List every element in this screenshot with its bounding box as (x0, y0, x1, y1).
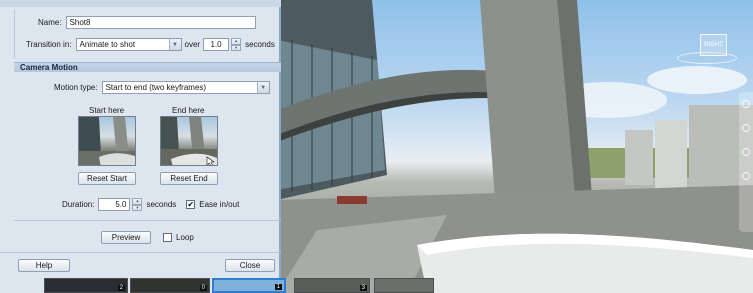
shot-thumbnail-selected[interactable]: 1 (212, 278, 286, 293)
shot-number: 0 (199, 285, 207, 291)
start-keyframe-label: Start here (89, 106, 125, 115)
ease-in-out-label: Ease in/out (199, 200, 240, 209)
look-icon[interactable] (742, 172, 750, 180)
close-button[interactable]: Close (225, 259, 275, 272)
motion-type-value: Start to end (two keyframes) (105, 83, 207, 92)
duration-seconds-label: seconds (146, 200, 177, 209)
duration-label: Duration: (62, 200, 95, 209)
end-thumbnail-image (161, 117, 217, 165)
view-cube[interactable]: RIGHT (700, 34, 727, 56)
transition-label: Transition in: (26, 40, 72, 49)
shot-number: 1 (274, 284, 282, 290)
motion-type-label: Motion type: (54, 83, 98, 92)
navigation-bar[interactable] (739, 92, 753, 232)
orbit-icon[interactable] (742, 148, 750, 156)
name-label: Name: (38, 18, 62, 27)
pan-icon[interactable] (742, 124, 750, 132)
zoom-icon[interactable] (742, 100, 750, 108)
dialog-top-strip (0, 0, 281, 7)
loop-label: Loop (176, 233, 194, 242)
shot-thumbnail[interactable]: 3 (294, 278, 370, 293)
shot-number: 3 (359, 285, 367, 291)
end-keyframe-label: End here (172, 106, 205, 115)
chevron-down-icon[interactable]: ▼ (168, 39, 181, 50)
footer-divider (0, 252, 281, 253)
shot-thumbnail[interactable] (374, 278, 434, 293)
transition-select[interactable]: Animate to shot ▼ (75, 38, 182, 51)
transition-value: Animate to shot (79, 40, 136, 49)
start-thumbnail-image (79, 117, 135, 165)
duration-field[interactable]: 5.0 (98, 198, 131, 211)
shot-thumbnail[interactable]: 2 (44, 278, 128, 293)
shot-properties-dialog: Name: Shot8 Transition in: Animate to sh… (0, 0, 281, 293)
duration-spinner[interactable]: ▲ ▼ (132, 198, 143, 211)
end-keyframe-thumbnail[interactable] (160, 116, 218, 166)
loop-checkbox[interactable] (163, 233, 172, 242)
ease-in-out-checkbox[interactable]: ✔ (186, 200, 196, 209)
start-keyframe-thumbnail[interactable] (78, 116, 136, 166)
transition-duration-field[interactable]: 1.0 (203, 38, 230, 51)
divider (14, 220, 281, 221)
camera-motion-title: Camera Motion (20, 63, 78, 72)
3d-viewport[interactable]: RIGHT (277, 0, 753, 293)
help-button[interactable]: Help (18, 259, 70, 272)
name-field[interactable]: Shot8 (65, 16, 256, 29)
preview-button[interactable]: Preview (101, 231, 151, 244)
transition-seconds-label: seconds (245, 40, 275, 49)
shot-number: 2 (117, 285, 125, 291)
reset-start-button[interactable]: Reset Start (78, 172, 136, 185)
over-label: over (184, 40, 201, 49)
scene-render (277, 0, 753, 293)
transition-duration-spinner[interactable]: ▲ ▼ (231, 38, 242, 51)
shot-thumbnail[interactable]: 0 (130, 278, 210, 293)
chevron-down-icon[interactable]: ▼ (256, 82, 269, 93)
reset-end-button[interactable]: Reset End (160, 172, 218, 185)
camera-motion-header: Camera Motion (14, 62, 281, 72)
motion-type-select[interactable]: Start to end (two keyframes) ▼ (101, 81, 270, 94)
